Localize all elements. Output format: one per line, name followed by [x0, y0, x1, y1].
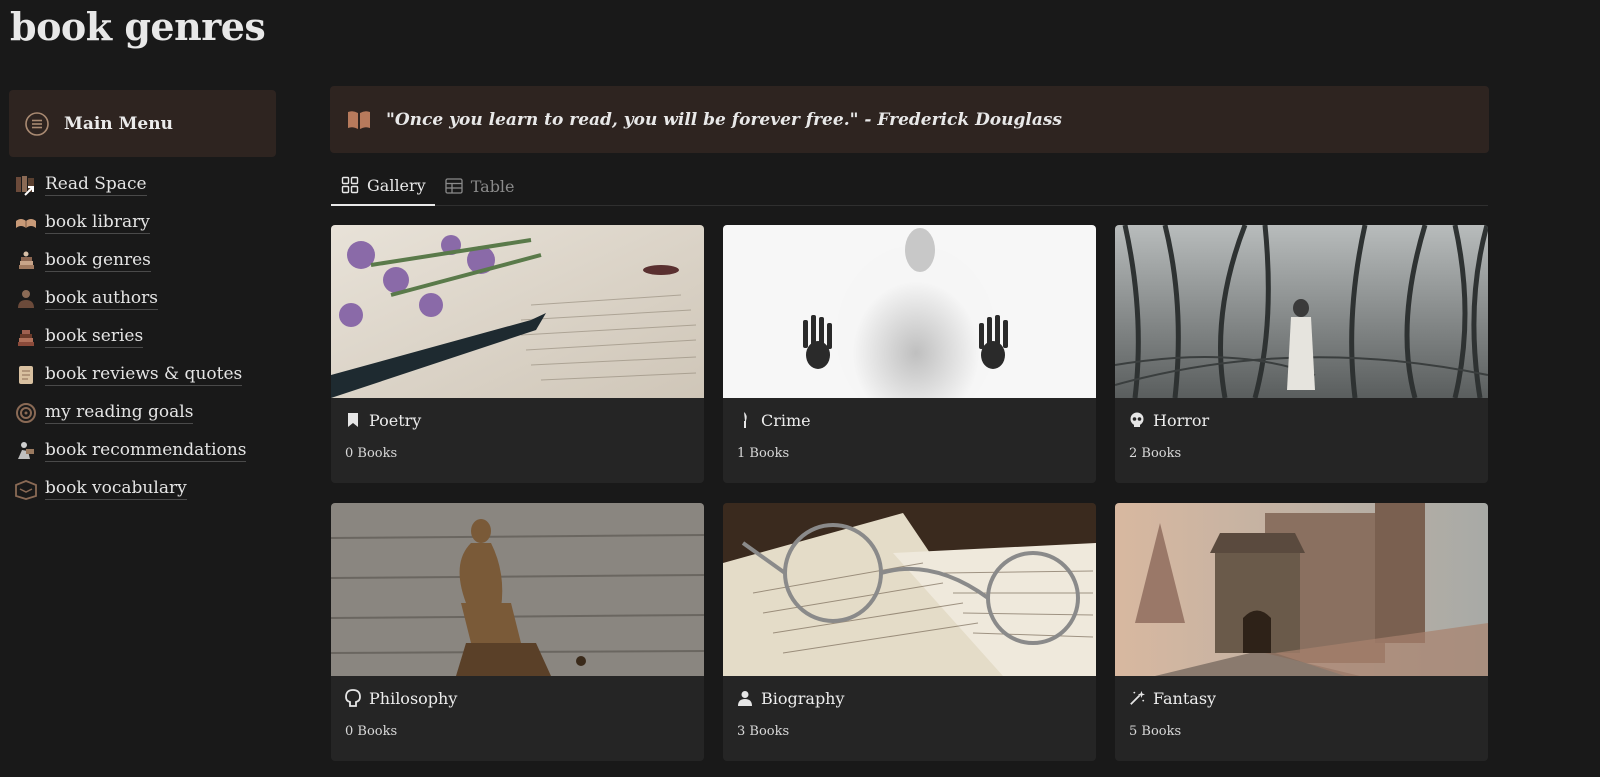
bookmark-icon [345, 411, 361, 429]
knife-icon [737, 411, 753, 429]
books-link-icon [14, 173, 38, 197]
card-title: Poetry [369, 410, 422, 430]
genre-card-poetry[interactable]: Poetry 0 Books [331, 225, 704, 483]
author-icon [14, 287, 38, 311]
person-icon [737, 689, 753, 707]
book-count: 5 Books [1129, 724, 1182, 739]
card-cover-image [331, 503, 704, 676]
quote-callout: "Once you learn to read, you will be for… [330, 86, 1489, 153]
card-title: Crime [761, 410, 811, 430]
genre-card-fantasy[interactable]: Fantasy 5 Books [1115, 503, 1488, 761]
card-cover-image [1115, 225, 1488, 398]
card-title-row: Biography [723, 676, 1096, 720]
card-title: Horror [1153, 410, 1210, 430]
genre-card-crime[interactable]: Crime 1 Books [723, 225, 1096, 483]
sidebar-item-book-recommendations[interactable]: book recommendations [14, 432, 247, 470]
tab-label: Table [470, 176, 515, 196]
card-cover-image [331, 225, 704, 398]
genre-card-philosophy[interactable]: Philosophy 0 Books [331, 503, 704, 761]
dictionary-icon [14, 477, 38, 501]
book-count: 3 Books [737, 724, 790, 739]
gallery-icon [341, 176, 359, 194]
sidebar-item-book-authors[interactable]: book authors [14, 280, 246, 318]
tab-gallery[interactable]: Gallery [331, 166, 435, 206]
sidebar-item-book-series[interactable]: book series [14, 318, 246, 356]
sidebar-item-label: book library [45, 212, 150, 234]
main-menu-label: Main Menu [64, 113, 173, 134]
sidebar-item-label: my reading goals [45, 402, 194, 424]
card-title-row: Horror [1115, 398, 1488, 442]
genre-card-horror[interactable]: Horror 2 Books [1115, 225, 1488, 483]
book-count: 2 Books [1129, 446, 1182, 461]
sidebar-item-label: book series [45, 326, 144, 348]
open-book-icon [14, 211, 38, 235]
target-icon [14, 401, 38, 425]
sidebar-nav: Read Space book library book genres book… [14, 166, 247, 508]
tab-label: Gallery [367, 175, 426, 195]
genre-gallery: Poetry 0 Books Crime 1 Books Horror 2 Bo… [331, 225, 1488, 761]
sidebar-item-book-library[interactable]: book library [14, 204, 246, 242]
sidebar-item-book-genres[interactable]: book genres [14, 242, 246, 280]
sidebar-item-label: book authors [45, 288, 159, 310]
sidebar-item-label: book genres [45, 250, 151, 272]
card-cover-image [723, 503, 1096, 676]
genre-card-biography[interactable]: Biography 3 Books [723, 503, 1096, 761]
sidebar-item-my-reading-goals[interactable]: my reading goals [14, 394, 246, 432]
sidebar-item-label: Read Space [45, 174, 147, 196]
card-title-row: Philosophy [331, 676, 704, 720]
page-title: book genres [10, 4, 266, 49]
main-menu-callout[interactable]: Main Menu [9, 90, 276, 157]
card-title-row: Poetry [331, 398, 704, 442]
sidebar-item-label: book recommendations [45, 440, 247, 462]
card-cover-image [1115, 503, 1488, 676]
open-book-icon [346, 109, 372, 131]
book-series-icon [14, 325, 38, 349]
sidebar-item-book-reviews-quotes[interactable]: book reviews & quotes [14, 356, 246, 394]
book-count: 0 Books [345, 724, 398, 739]
table-icon [445, 178, 463, 194]
book-stack-icon [14, 249, 38, 273]
magic-wand-icon [1129, 689, 1145, 707]
card-title: Fantasy [1153, 688, 1217, 708]
reader-icon [14, 439, 38, 463]
card-title-row: Fantasy [1115, 676, 1488, 720]
book-count: 0 Books [345, 446, 398, 461]
book-count: 1 Books [737, 446, 790, 461]
sidebar-item-label: book reviews & quotes [45, 364, 243, 386]
tab-table[interactable]: Table [435, 166, 524, 206]
sidebar-item-label: book vocabulary [45, 478, 187, 500]
sidebar-item-book-vocabulary[interactable]: book vocabulary [14, 470, 246, 508]
hamburger-circle-icon [24, 111, 50, 137]
card-title: Biography [761, 688, 845, 708]
scroll-icon [14, 363, 38, 387]
quote-text: "Once you learn to read, you will be for… [386, 109, 1063, 130]
card-title: Philosophy [369, 688, 458, 708]
head-icon [345, 689, 361, 707]
card-title-row: Crime [723, 398, 1096, 442]
sidebar-item-read-space[interactable]: Read Space [14, 166, 246, 204]
card-cover-image [723, 225, 1096, 398]
view-tabs: Gallery Table [331, 166, 1488, 206]
skull-icon [1129, 411, 1145, 429]
